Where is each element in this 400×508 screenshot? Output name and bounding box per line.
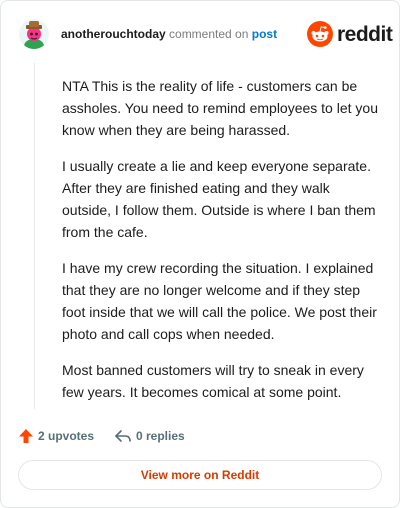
thread-line	[34, 63, 35, 409]
author-name[interactable]: anotherouchtoday	[61, 27, 166, 41]
comment-paragraph: I have my crew recording the situation. …	[62, 260, 377, 342]
upvote-button[interactable]: 2 upvotes	[18, 425, 94, 447]
comment-paragraph: NTA This is the reality of life - custom…	[62, 78, 378, 138]
comment-header: anotherouchtoday commented on post reddi…	[19, 19, 393, 49]
comment-footer: 2 upvotes 0 replies	[18, 425, 318, 447]
reddit-logo-icon	[307, 21, 333, 47]
post-link[interactable]: post	[252, 27, 277, 41]
reply-arrow-icon	[115, 430, 131, 442]
upvote-count: 2 upvotes	[38, 429, 95, 443]
comment-embed-card: anotherouchtoday commented on post reddi…	[0, 0, 400, 508]
reply-button[interactable]: 0 replies	[114, 425, 185, 447]
avatar-icon[interactable]	[19, 19, 49, 49]
reddit-logo[interactable]: reddit	[307, 21, 393, 49]
reply-count: 0 replies	[136, 429, 185, 443]
action-text: commented on	[169, 27, 249, 41]
comment-paragraph: Most banned customers will try to sneak …	[62, 362, 364, 400]
view-more-button[interactable]: View more on Reddit	[18, 460, 382, 490]
reddit-wordmark: reddit	[337, 23, 393, 46]
comment-paragraph: I usually create a lie and keep everyone…	[62, 158, 376, 240]
upvote-arrow-icon	[19, 429, 33, 443]
comment-meta: anotherouchtoday commented on post	[61, 27, 277, 41]
comment-body: NTA This is the reality of life - custom…	[62, 75, 380, 417]
